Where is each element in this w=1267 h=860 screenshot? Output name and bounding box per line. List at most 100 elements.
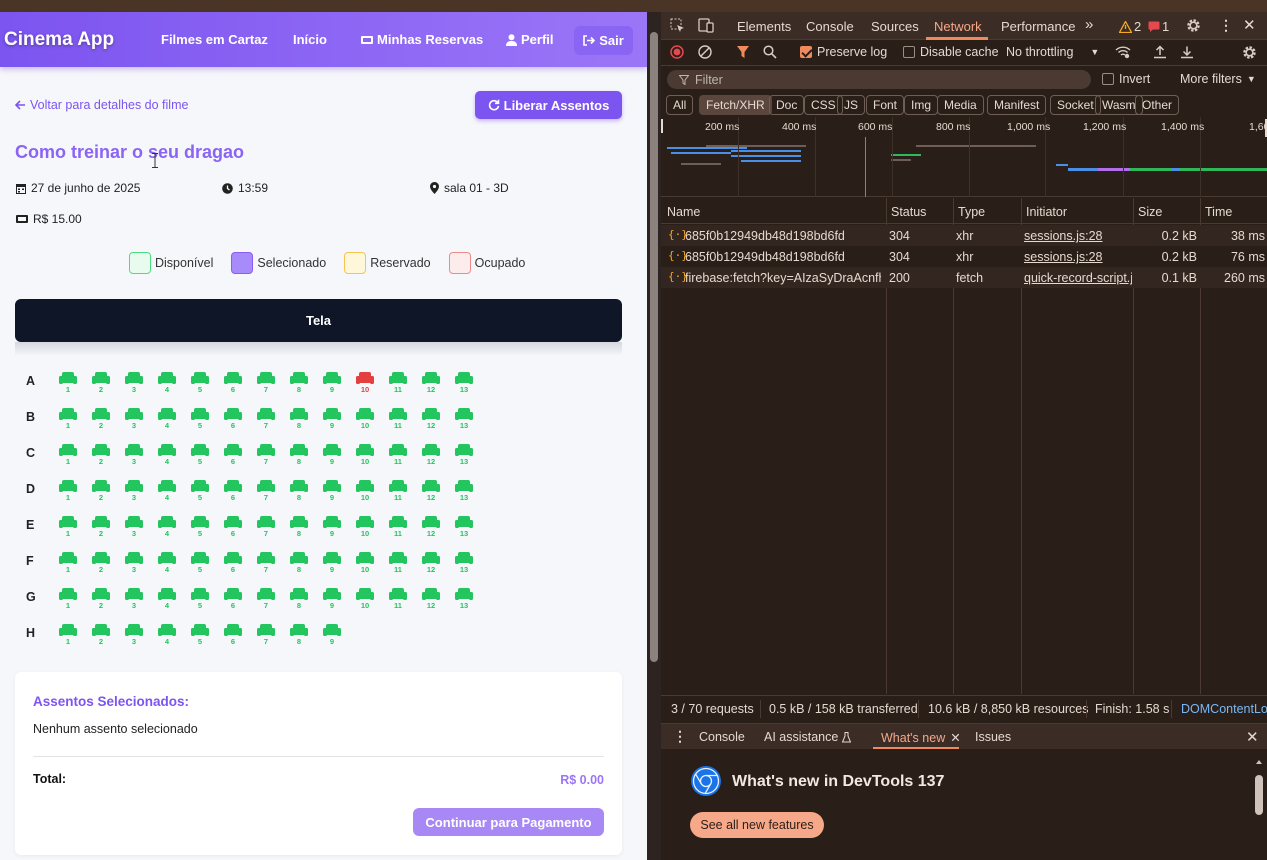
seat-available[interactable]: 11 xyxy=(388,372,408,398)
type-filter-chip[interactable]: Socket xyxy=(1050,95,1101,115)
continue-to-payment-button[interactable]: Continuar para Pagamento xyxy=(413,808,604,836)
seat-available[interactable]: 9 xyxy=(322,588,342,614)
filter-funnel-icon[interactable] xyxy=(736,45,750,59)
seat-available[interactable]: 11 xyxy=(388,480,408,506)
column-header[interactable]: Type xyxy=(958,205,985,219)
seat-available[interactable]: 6 xyxy=(223,480,243,506)
seat-available[interactable]: 7 xyxy=(256,516,276,542)
tab-sources[interactable]: Sources xyxy=(871,19,919,34)
seat-available[interactable]: 1 xyxy=(58,408,78,434)
more-options-icon[interactable]: ⋮ xyxy=(1219,17,1233,34)
seat-available[interactable]: 8 xyxy=(289,480,309,506)
seat-available[interactable]: 9 xyxy=(322,480,342,506)
seat-available[interactable]: 12 xyxy=(421,480,441,506)
seat-available[interactable]: 2 xyxy=(91,552,111,578)
seat-available[interactable]: 12 xyxy=(421,588,441,614)
seat-available[interactable]: 12 xyxy=(421,516,441,542)
seat-available[interactable]: 8 xyxy=(289,372,309,398)
back-link[interactable]: Voltar para detalhes do filme xyxy=(15,98,188,112)
filter-input[interactable]: Filter xyxy=(667,70,1091,89)
seat-available[interactable]: 13 xyxy=(454,588,474,614)
seat-available[interactable]: 13 xyxy=(454,552,474,578)
warnings-counter[interactable]: 2 xyxy=(1119,19,1141,34)
seat-available[interactable]: 2 xyxy=(91,444,111,470)
seat-available[interactable]: 9 xyxy=(322,552,342,578)
tab-elements[interactable]: Elements xyxy=(737,19,791,34)
drawer-menu-icon[interactable]: ⋮ xyxy=(673,728,687,745)
seat-available[interactable]: 4 xyxy=(157,624,177,650)
seat-available[interactable]: 12 xyxy=(421,408,441,434)
seat-available[interactable]: 9 xyxy=(322,516,342,542)
seat-available[interactable]: 10 xyxy=(355,408,375,434)
seat-available[interactable]: 11 xyxy=(388,408,408,434)
close-tab-icon[interactable]: ✕ xyxy=(950,730,960,745)
seat-available[interactable]: 9 xyxy=(322,624,342,650)
seat-available[interactable]: 11 xyxy=(388,588,408,614)
column-header[interactable]: Status xyxy=(891,205,926,219)
more-tabs-chevron-icon[interactable]: » xyxy=(1085,16,1093,33)
request-row[interactable]: 685f0b12949db48d198bd6fd 304 xhr sessions.j… xyxy=(661,225,1267,246)
seat-available[interactable]: 10 xyxy=(355,444,375,470)
settings-gear-icon[interactable] xyxy=(1186,18,1201,33)
seat-available[interactable]: 1 xyxy=(58,552,78,578)
request-row[interactable]: 685f0b12949db48d198bd6fd 304 xhr sessions.j… xyxy=(661,246,1267,267)
seat-available[interactable]: 12 xyxy=(421,372,441,398)
seat-available[interactable]: 10 xyxy=(355,516,375,542)
search-icon[interactable] xyxy=(763,45,777,59)
seat-available[interactable]: 7 xyxy=(256,480,276,506)
seat-available[interactable]: 6 xyxy=(223,408,243,434)
column-header[interactable]: Time xyxy=(1205,205,1232,219)
seat-available[interactable]: 1 xyxy=(58,444,78,470)
seat-available[interactable]: 7 xyxy=(256,372,276,398)
seat-available[interactable]: 1 xyxy=(58,480,78,506)
export-har-icon[interactable] xyxy=(1180,45,1194,59)
seat-available[interactable]: 6 xyxy=(223,516,243,542)
seat-available[interactable]: 7 xyxy=(256,444,276,470)
request-initiator[interactable]: sessions.js:28 xyxy=(1024,250,1132,264)
type-filter-chip[interactable]: Img xyxy=(904,95,939,115)
seat-available[interactable]: 9 xyxy=(322,408,342,434)
seat-available[interactable]: 8 xyxy=(289,408,309,434)
seat-available[interactable]: 9 xyxy=(322,444,342,470)
seat-available[interactable]: 1 xyxy=(58,516,78,542)
close-devtools-icon[interactable]: ✕ xyxy=(1243,16,1256,34)
seat-available[interactable]: 7 xyxy=(256,408,276,434)
seat-available[interactable]: 8 xyxy=(289,552,309,578)
request-initiator[interactable]: sessions.js:28 xyxy=(1024,229,1132,243)
seat-available[interactable]: 10 xyxy=(355,552,375,578)
seat-available[interactable]: 2 xyxy=(91,372,111,398)
seat-available[interactable]: 2 xyxy=(91,480,111,506)
seat-available[interactable]: 10 xyxy=(355,588,375,614)
nav-inicio[interactable]: Início xyxy=(293,32,327,47)
seat-available[interactable]: 7 xyxy=(256,624,276,650)
seat-available[interactable]: 8 xyxy=(289,444,309,470)
seat-available[interactable]: 4 xyxy=(157,480,177,506)
seat-available[interactable]: 1 xyxy=(58,588,78,614)
type-filter-chip[interactable]: All xyxy=(666,95,694,115)
drawer-tab-console[interactable]: Console xyxy=(699,730,745,744)
seat-available[interactable]: 1 xyxy=(58,624,78,650)
errors-counter[interactable]: 1 xyxy=(1148,19,1169,34)
seat-available[interactable]: 3 xyxy=(124,516,144,542)
type-filter-chip[interactable]: Manifest xyxy=(987,95,1047,115)
seat-available[interactable]: 3 xyxy=(124,480,144,506)
request-initiator[interactable]: quick-record-script.js xyxy=(1024,271,1132,285)
drawer-tab-ai-assistance[interactable]: AI assistance xyxy=(764,730,852,744)
logout-button[interactable]: Sair xyxy=(574,26,633,55)
network-conditions-icon[interactable] xyxy=(1115,45,1131,59)
seat-available[interactable]: 2 xyxy=(91,516,111,542)
seat-available[interactable]: 13 xyxy=(454,480,474,506)
column-header[interactable]: Initiator xyxy=(1026,205,1067,219)
seat-available[interactable]: 10 xyxy=(355,480,375,506)
seat-available[interactable]: 5 xyxy=(190,408,210,434)
seat-available[interactable]: 7 xyxy=(256,552,276,578)
seat-available[interactable]: 6 xyxy=(223,444,243,470)
seat-available[interactable]: 13 xyxy=(454,408,474,434)
brand-logo[interactable]: Cinema App xyxy=(4,29,114,51)
device-toolbar-icon[interactable] xyxy=(698,18,714,33)
drawer-tab-whats-new[interactable]: What's new ✕ xyxy=(881,730,961,746)
release-seats-button[interactable]: Liberar Assentos xyxy=(475,91,622,119)
seat-available[interactable]: 11 xyxy=(388,552,408,578)
preserve-log-checkbox[interactable]: Preserve log xyxy=(800,45,887,59)
nav-minhas-reservas[interactable]: Minhas Reservas xyxy=(361,32,483,47)
